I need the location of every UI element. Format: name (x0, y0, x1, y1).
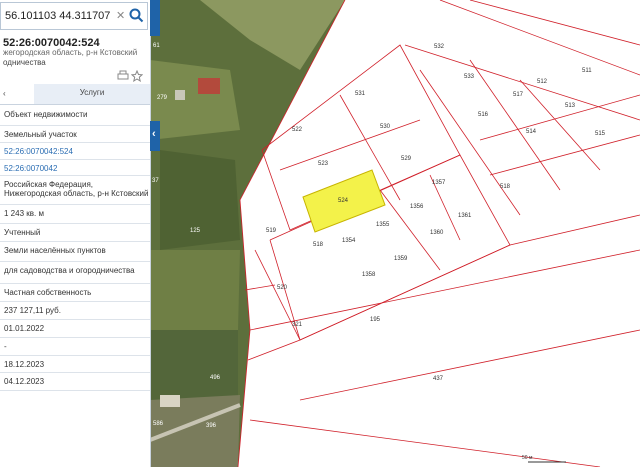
collapse-panel-handle[interactable]: ‹ (150, 121, 160, 151)
tab-services[interactable]: Услуги (34, 84, 150, 104)
attribute-value: 1 243 кв. м (4, 209, 44, 218)
attribute-value: 52:26:0070042 (4, 164, 58, 173)
attribute-value: Частная собственность (4, 288, 92, 297)
search-box: ✕ (0, 2, 148, 30)
parcel-label: 1360 (430, 230, 444, 236)
attribute-value: 01.01.2022 (4, 324, 45, 333)
parcel-label: 516 (478, 112, 489, 118)
attribute-row: Земли населённых пунктов (0, 242, 150, 262)
address-short: жегородская область, р-н Кстовский (3, 48, 138, 57)
print-icon[interactable] (117, 70, 129, 82)
search-input[interactable] (5, 8, 113, 24)
aerial-label: 396 (206, 423, 217, 429)
attribute-value: 237 127,11 руб. (4, 306, 61, 315)
attribute-value: Земельный участок (4, 130, 77, 139)
parcel-label: 522 (292, 127, 303, 133)
tab-back[interactable]: ‹ (0, 84, 34, 104)
parcel-label: 1358 (362, 272, 376, 278)
attribute-value: - (4, 342, 7, 351)
info-panel: ✕ 52:26:0070042:524 жегородская область,… (0, 0, 151, 467)
attribute-row: 01.01.2022 (0, 320, 150, 338)
attribute-row: для садоводства и огородничества (0, 262, 150, 284)
attribute-row: Частная собственность (0, 284, 150, 302)
parcel-label: 513 (565, 103, 576, 109)
parcel-label: 529 (401, 156, 412, 162)
attribute-value: Земли населённых пунктов (4, 246, 106, 255)
scale-label: 50 м (522, 455, 533, 461)
collapse-panel-button[interactable] (150, 0, 160, 36)
clear-icon[interactable]: ✕ (116, 9, 125, 22)
parcel-label: 520 (277, 285, 288, 291)
parcel-label: 518 (313, 242, 324, 248)
attribute-row: Российская Федерация, Нижегородская обла… (0, 176, 150, 205)
parcel-label: 517 (513, 92, 524, 98)
aerial-label: 586 (153, 421, 164, 427)
parcel-label: 524 (338, 198, 349, 204)
attribute-row: 1 243 кв. м (0, 205, 150, 224)
parcel-label: 515 (595, 131, 606, 137)
aerial-label: 279 (157, 95, 168, 101)
parcel-label: 530 (380, 124, 391, 130)
parcel-label: 1361 (458, 213, 472, 219)
attribute-value: Учтенный (4, 228, 41, 237)
attribute-value: для садоводства и огородничества (4, 266, 135, 275)
parcel-label: 195 (370, 317, 381, 323)
attribute-row: 18.12.2023 (0, 356, 150, 373)
panel-tabs: ‹ Услуги (0, 84, 150, 105)
aerial-label: 125 (190, 228, 201, 234)
parcel-label: 1359 (394, 256, 408, 262)
attribute-row: Учтенный (0, 224, 150, 242)
parcel-label: 523 (318, 161, 329, 167)
parcel-label: 1357 (432, 180, 446, 186)
attribute-row[interactable]: 52:26:0070042:524 (0, 143, 150, 160)
parcel-label: 531 (355, 91, 366, 97)
attribute-row: Объект недвижимости (0, 106, 150, 126)
parcel-label: 511 (582, 68, 592, 74)
attribute-value: 04.12.2023 (4, 377, 45, 386)
aerial-label: 61 (153, 43, 160, 49)
parcel-label: 514 (526, 129, 537, 135)
parcel-label: 532 (434, 44, 445, 50)
aerial-label: 37 (152, 178, 159, 184)
purpose-short: одничества (3, 58, 46, 67)
parcel-label: 512 (537, 79, 548, 85)
parcel-label: 437 (433, 376, 444, 382)
attribute-value: 18.12.2023 (4, 360, 45, 369)
search-icon[interactable] (128, 7, 144, 25)
parcel-label: 1356 (410, 204, 424, 210)
attribute-value: Объект недвижимости (4, 110, 88, 119)
parcel-label: 518 (500, 184, 511, 190)
attribute-value: 52:26:0070042:524 (4, 147, 73, 156)
attribute-row: 04.12.2023 (0, 373, 150, 391)
parcel-label: 519 (266, 228, 277, 234)
parcel-label: 1354 (342, 238, 356, 244)
attribute-value: Российская Федерация, Нижегородская обла… (4, 180, 149, 198)
aerial-label: 496 (210, 375, 221, 381)
parcel-label: 533 (464, 74, 475, 80)
attribute-row[interactable]: 52:26:0070042 (0, 160, 150, 176)
star-icon[interactable] (131, 70, 143, 82)
attribute-row: - (0, 338, 150, 356)
attribute-row: 237 127,11 руб. (0, 302, 150, 320)
parcel-label: 1355 (376, 222, 390, 228)
parcel-label: 321 (292, 322, 303, 328)
attribute-row: Земельный участок (0, 126, 150, 143)
